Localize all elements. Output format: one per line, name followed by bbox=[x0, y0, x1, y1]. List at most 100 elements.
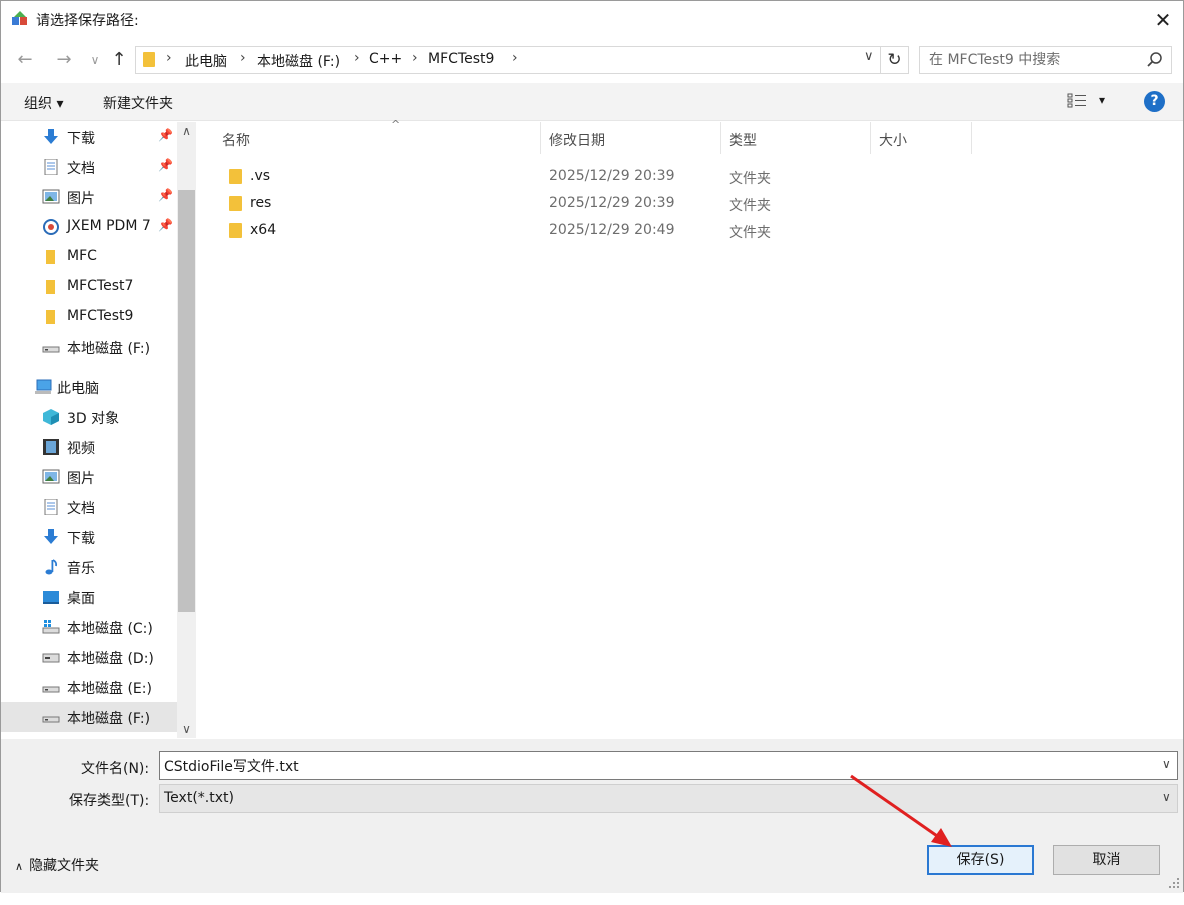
forward-button[interactable]: → bbox=[53, 49, 75, 71]
filename-combobox[interactable]: ∨ bbox=[159, 751, 1178, 780]
file-name: .vs bbox=[250, 168, 271, 184]
title-bar: 请选择保存路径: ✕ bbox=[1, 1, 1183, 39]
file-type: 文件夹 bbox=[729, 198, 771, 214]
sidebar-item-pictures-pc[interactable]: 图片 bbox=[1, 462, 177, 492]
sidebar-item-pictures[interactable]: 图片 📌 bbox=[1, 182, 177, 212]
sidebar-item-drive-c[interactable]: 本地磁盘 (C:) bbox=[1, 612, 177, 642]
recent-locations-button[interactable]: ∨ bbox=[84, 49, 106, 71]
cancel-button[interactable]: 取消 bbox=[1053, 845, 1160, 875]
drive-icon bbox=[42, 346, 60, 353]
search-input[interactable] bbox=[920, 47, 1140, 73]
table-row[interactable]: x64 2025/12/29 20:49 文件夹 bbox=[197, 217, 897, 244]
view-options-icon[interactable] bbox=[1067, 93, 1087, 109]
breadcrumb-mfctest9[interactable]: MFCTest9 bbox=[428, 51, 494, 67]
organize-menu[interactable]: 组织 ▾ bbox=[24, 93, 63, 113]
new-folder-button[interactable]: 新建文件夹 bbox=[103, 93, 173, 113]
table-row[interactable]: .vs 2025/12/29 20:39 文件夹 bbox=[197, 163, 897, 190]
breadcrumb-drive-f[interactable]: 本地磁盘 (F:) bbox=[257, 51, 340, 71]
file-type: 文件夹 bbox=[729, 225, 771, 241]
scroll-up-icon[interactable]: ∧ bbox=[177, 124, 196, 138]
windows-drive-icon bbox=[42, 620, 60, 634]
refresh-button[interactable]: ↻ bbox=[881, 46, 909, 74]
sidebar-item-documents-pc[interactable]: 文档 bbox=[1, 492, 177, 522]
breadcrumb-cpp[interactable]: C++ bbox=[369, 51, 402, 67]
breadcrumb-separator: › bbox=[354, 50, 360, 66]
search-icon bbox=[1147, 52, 1162, 67]
command-toolbar: 组织 ▾ 新建文件夹 ▾ ? bbox=[1, 83, 1183, 121]
sidebar-item-drive-f[interactable]: 本地磁盘 (F:) bbox=[1, 702, 177, 732]
filetype-value: Text(*.txt) bbox=[164, 790, 234, 806]
sidebar-item-drive-e[interactable]: 本地磁盘 (E:) bbox=[1, 672, 177, 702]
sidebar-item-mfctest7[interactable]: MFCTest7 bbox=[1, 272, 177, 302]
column-header-size[interactable]: 大小 bbox=[872, 122, 972, 154]
sidebar-item-this-pc[interactable]: 此电脑 bbox=[1, 372, 177, 402]
search-box[interactable] bbox=[919, 46, 1172, 74]
sidebar-item-downloads-pc[interactable]: 下载 bbox=[1, 522, 177, 552]
up-arrow-icon: ↑ bbox=[111, 49, 127, 70]
breadcrumb-separator: › bbox=[412, 50, 418, 66]
column-header-label: 大小 bbox=[879, 133, 907, 149]
sidebar-item-desktop[interactable]: 桌面 bbox=[1, 582, 177, 612]
file-name: res bbox=[250, 195, 272, 211]
column-header-date[interactable]: 修改日期 bbox=[542, 122, 721, 154]
sidebar-item-drive-d[interactable]: 本地磁盘 (D:) bbox=[1, 642, 177, 672]
sidebar-item-music[interactable]: 音乐 bbox=[1, 552, 177, 582]
hide-folders-label: 隐藏文件夹 bbox=[29, 858, 100, 874]
sidebar-item-label: 桌面 bbox=[67, 591, 95, 607]
sidebar-item-label: MFCTest7 bbox=[67, 278, 134, 294]
pdm-icon bbox=[43, 219, 59, 235]
view-dropdown-button[interactable]: ▾ bbox=[1099, 93, 1105, 107]
breadcrumb-separator: › bbox=[240, 50, 246, 66]
sidebar-item-label: 本地磁盘 (D:) bbox=[67, 651, 154, 667]
download-arrow-icon bbox=[44, 129, 58, 144]
sidebar-item-label: MFCTest9 bbox=[67, 308, 134, 324]
sidebar-item-label: 图片 bbox=[67, 471, 95, 487]
navigation-bar: ← → ∨ ↑ › 此电脑 › 本地磁盘 (F:) › C++ › MFCTes… bbox=[1, 39, 1183, 81]
folder-icon bbox=[46, 310, 55, 324]
breadcrumb-this-pc[interactable]: 此电脑 bbox=[185, 51, 227, 71]
sidebar-item-label: 下载 bbox=[67, 131, 95, 147]
chevron-down-icon[interactable]: ∨ bbox=[864, 49, 874, 64]
column-header-name[interactable]: ^ 名称 bbox=[215, 118, 541, 154]
folder-icon bbox=[229, 196, 242, 211]
sidebar-item-mfc[interactable]: MFC bbox=[1, 242, 177, 272]
chevron-up-icon: ∧ bbox=[15, 860, 24, 873]
help-icon: ? bbox=[1150, 93, 1159, 109]
hide-folders-button[interactable]: ∧ 隐藏文件夹 bbox=[15, 855, 99, 875]
folder-icon bbox=[229, 223, 242, 238]
3d-objects-icon bbox=[43, 409, 59, 425]
pin-icon: 📌 bbox=[158, 158, 173, 172]
sidebar-item-3d-objects[interactable]: 3D 对象 bbox=[1, 402, 177, 432]
sidebar-item-mfctest9[interactable]: MFCTest9 bbox=[1, 302, 177, 332]
filename-label: 文件名(N): bbox=[81, 761, 150, 777]
sidebar-item-label: 此电脑 bbox=[57, 381, 99, 397]
document-icon bbox=[44, 499, 58, 515]
close-button[interactable]: ✕ bbox=[1143, 1, 1183, 39]
sidebar-item-videos[interactable]: 视频 bbox=[1, 432, 177, 462]
resize-grip-icon[interactable] bbox=[1167, 876, 1181, 890]
breadcrumb-separator: › bbox=[166, 50, 172, 66]
picture-icon bbox=[42, 469, 60, 484]
sidebar-item-documents[interactable]: 文档 📌 bbox=[1, 152, 177, 182]
file-date: 2025/12/29 20:39 bbox=[549, 168, 675, 184]
sidebar-item-jxem-pdm[interactable]: JXEM PDM 7 📌 bbox=[1, 212, 177, 242]
file-date: 2025/12/29 20:39 bbox=[549, 195, 675, 211]
sidebar-scrollbar[interactable]: ∧ ∨ bbox=[177, 122, 196, 738]
scrollbar-thumb[interactable] bbox=[178, 190, 195, 612]
help-button[interactable]: ? bbox=[1144, 91, 1165, 112]
up-button[interactable]: ↑ bbox=[108, 49, 130, 71]
folder-icon bbox=[46, 250, 55, 264]
sidebar-item-downloads[interactable]: 下载 📌 bbox=[1, 122, 177, 152]
filetype-label: 保存类型(T): bbox=[69, 793, 150, 809]
scroll-down-icon[interactable]: ∨ bbox=[177, 722, 196, 736]
table-row[interactable]: res 2025/12/29 20:39 文件夹 bbox=[197, 190, 897, 217]
chevron-down-icon: ∨ bbox=[90, 53, 100, 67]
column-header-type[interactable]: 类型 bbox=[722, 122, 871, 154]
address-bar[interactable]: › 此电脑 › 本地磁盘 (F:) › C++ › MFCTest9 › ∨ bbox=[135, 46, 881, 74]
filename-input[interactable] bbox=[160, 752, 1150, 779]
chevron-down-icon[interactable]: ∨ bbox=[1162, 757, 1171, 771]
sidebar-item-drive-f-quick[interactable]: 本地磁盘 (F:) bbox=[1, 332, 177, 362]
back-button[interactable]: ← bbox=[14, 49, 36, 71]
save-button[interactable]: 保存(S) bbox=[927, 845, 1034, 875]
filetype-select[interactable]: Text(*.txt) ∨ bbox=[159, 784, 1178, 813]
